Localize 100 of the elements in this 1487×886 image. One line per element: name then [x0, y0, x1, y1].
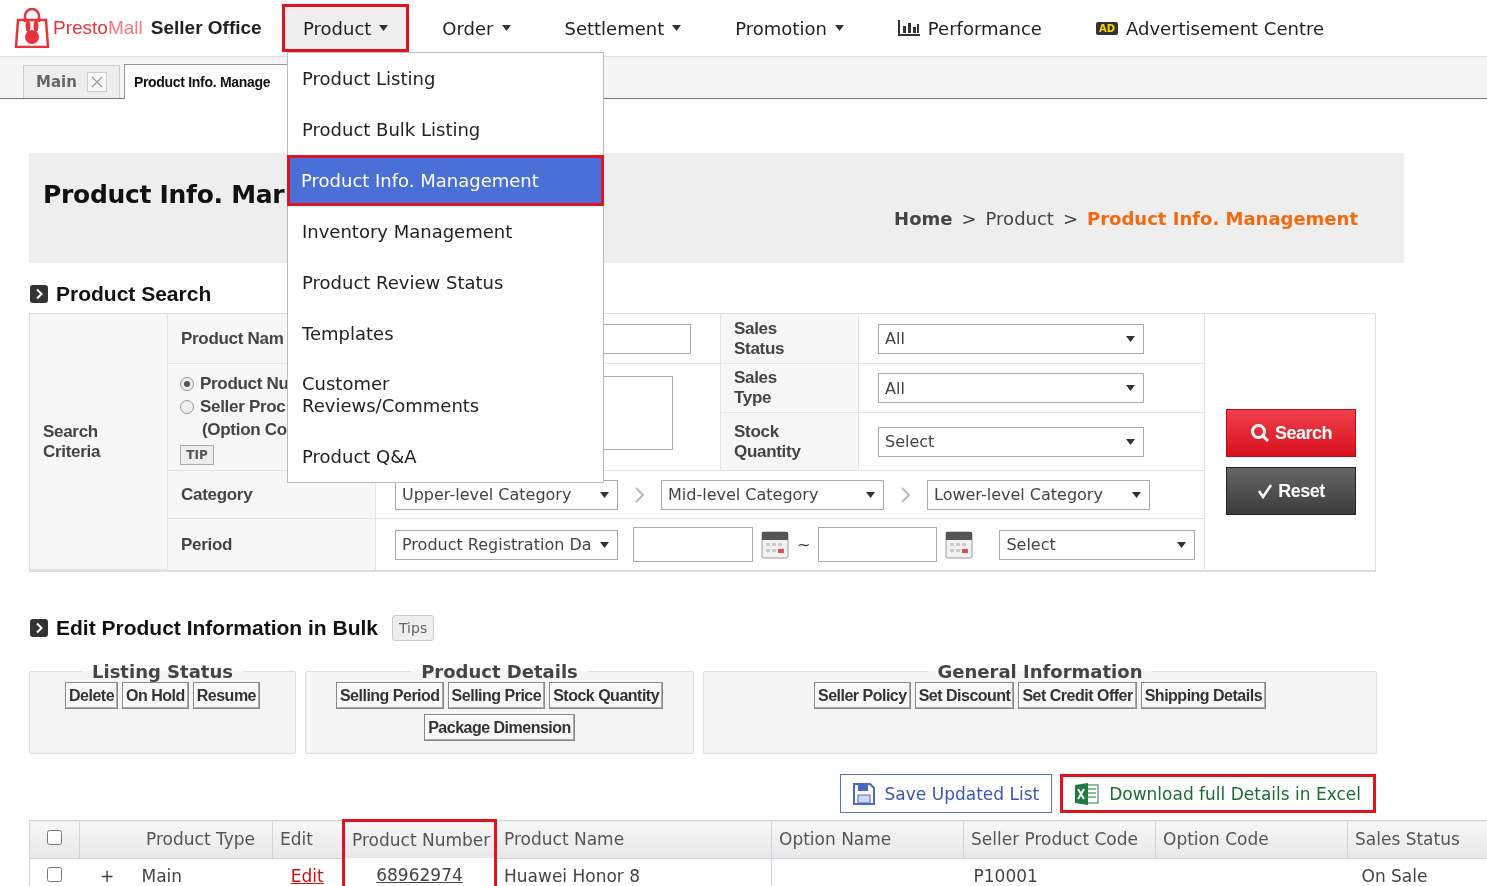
tab-label[interactable]: Main [36, 73, 77, 91]
section-title: Product Search [56, 282, 212, 306]
column-header: Product Name [495, 820, 772, 858]
breadcrumb-item[interactable]: Home [894, 208, 953, 229]
nav-menu-item[interactable]: Order [421, 4, 532, 52]
column-header: Product Number [343, 820, 496, 858]
caret-icon [600, 491, 609, 498]
nav-menu-item[interactable]: AD Advertisement Centre [1074, 4, 1346, 52]
column-header: Product Type [79, 820, 273, 858]
caret-icon [834, 25, 844, 31]
group-title: General Information [936, 661, 1144, 682]
calendar-icon[interactable] [945, 530, 974, 559]
section-title: Edit Product Information in Bulk [56, 616, 378, 640]
select-field[interactable]: All [878, 373, 1144, 403]
bulk-edit-button[interactable]: Selling Period [335, 682, 444, 709]
nav-menu-item[interactable]: Promotion [714, 4, 865, 52]
select-field[interactable]: Select [878, 426, 1144, 457]
breadcrumb-separator: > [961, 208, 977, 229]
product-name: Seller Office [150, 17, 262, 39]
bulk-edit-button[interactable]: Seller Policy [813, 682, 911, 709]
column-header: Edit [272, 820, 344, 858]
option-note: (Option Co [202, 420, 288, 440]
field-label: Stock Quantity [734, 421, 802, 462]
bulk-edit-button[interactable]: Stock Quantity [549, 682, 664, 709]
save-button[interactable]: Save Updated List [839, 774, 1053, 813]
breadcrumb-item: Product Info. Management [1087, 208, 1358, 229]
start-date-field[interactable] [633, 527, 753, 562]
close-button[interactable] [86, 72, 107, 92]
nav-menu-item[interactable]: Settlement [543, 4, 703, 52]
select-all-checkbox[interactable] [47, 830, 62, 846]
field-label: Period [168, 519, 376, 570]
radio-label: Seller Proc [200, 397, 286, 417]
column-header: Seller Product Code [963, 820, 1156, 858]
nav-menu-item[interactable]: Performance [876, 4, 1063, 52]
caret-icon [1126, 335, 1135, 342]
field-label: Sales Status [734, 318, 786, 359]
radio-button[interactable] [180, 377, 194, 391]
save-icon [852, 782, 875, 805]
bulk-edit-button[interactable]: Delete [65, 682, 119, 709]
breadcrumb-item[interactable]: Product [985, 208, 1054, 229]
caret-icon [1126, 438, 1135, 445]
search-icon [1249, 423, 1270, 443]
caret-icon [379, 25, 389, 31]
bulk-edit-button[interactable]: Resume [192, 682, 260, 709]
table-cell: P10001 [973, 865, 1038, 886]
category-select[interactable]: Mid-level Category [661, 479, 884, 510]
ad-badge: AD [1095, 21, 1118, 35]
spreadsheet-icon [1075, 782, 1100, 805]
brand-name: Presto [53, 17, 108, 39]
shopping-bag-icon [14, 8, 50, 48]
breadcrumb-separator: > [1062, 208, 1078, 229]
dropdown-menu-item[interactable]: Product Review Status [288, 257, 603, 308]
caret-icon [501, 25, 511, 31]
column-header: Option Code [1155, 820, 1348, 858]
caret-icon [1126, 385, 1135, 391]
caret-icon [600, 541, 609, 548]
bulk-edit-button[interactable]: Package Dimension [424, 714, 575, 741]
chevron-icon [901, 486, 910, 503]
end-date-field[interactable] [818, 527, 938, 562]
brand-name-suffix: Mall [107, 17, 143, 39]
field-label: Search Criteria [43, 421, 102, 462]
chevron-icon [635, 486, 644, 503]
table-cell: On Sale [1361, 865, 1428, 886]
radio-button[interactable] [180, 400, 194, 414]
bulk-edit-button[interactable]: Selling Price [447, 682, 546, 709]
column-header: Option Name [771, 820, 964, 858]
edit-link[interactable]: Edit [290, 865, 324, 886]
nav-menu-item[interactable]: Product [282, 4, 410, 52]
caret-icon [672, 25, 682, 31]
group-title: Listing Status [91, 661, 234, 682]
page-tab[interactable]: Main [23, 65, 120, 98]
category-select[interactable]: Lower-level Category [927, 479, 1150, 510]
check-icon [1257, 483, 1274, 499]
excel-button[interactable]: Download full Details in Excel [1060, 774, 1376, 813]
bulk-edit-button[interactable]: Set Discount [914, 682, 1015, 709]
group-title: Product Details [420, 661, 579, 682]
chevron-square-icon [30, 285, 48, 303]
reset-button[interactable]: Reset [1226, 467, 1356, 515]
tab-label[interactable]: Product Info. Manage [133, 74, 271, 90]
tips-button[interactable]: Tips [392, 615, 435, 641]
select-field[interactable]: All [878, 323, 1144, 354]
calendar-icon[interactable] [761, 530, 789, 559]
bulk-edit-button[interactable]: Set Credit Offer [1018, 682, 1137, 709]
caret-icon [1177, 541, 1187, 548]
dropdown-menu-item[interactable]: Product Info. Management [287, 155, 604, 206]
dropdown-menu-item[interactable]: Product Bulk Listing [288, 104, 603, 155]
select-field[interactable]: Select [999, 529, 1196, 560]
page-title: Product Info. Mar [43, 179, 285, 209]
period-type-select[interactable]: Product Registration Da [395, 529, 618, 560]
expand-toggle[interactable]: + [99, 865, 115, 886]
dropdown-menu-item[interactable]: Inventory Management [288, 206, 603, 257]
bar-chart-icon [897, 20, 920, 36]
row-checkbox[interactable] [47, 866, 63, 882]
tip-button[interactable]: TIP [180, 445, 214, 465]
field-label: Sales Type [734, 368, 778, 408]
bulk-edit-button[interactable]: On Hold [122, 682, 189, 709]
caret-icon [1132, 491, 1141, 498]
table-cell: Main [141, 865, 183, 886]
bulk-edit-button[interactable]: Shipping Details [1140, 682, 1267, 709]
search-button[interactable]: Search [1226, 409, 1356, 457]
